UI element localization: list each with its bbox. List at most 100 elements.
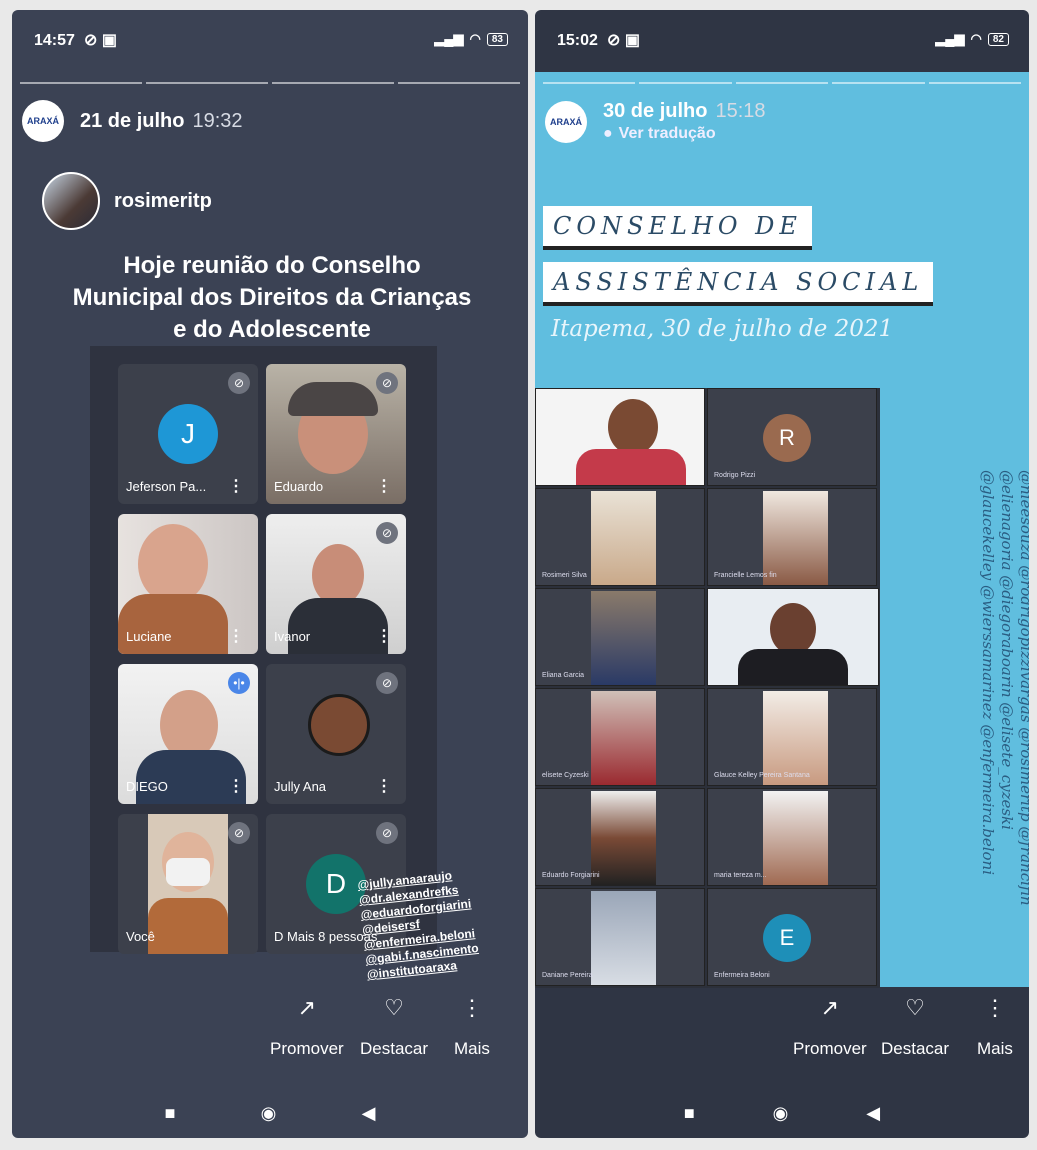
participant-photo (763, 491, 828, 585)
mute-icon: ⊘ (228, 372, 250, 394)
home-icon[interactable]: ◉ (261, 1103, 277, 1124)
shirt (576, 449, 686, 485)
status-bar: 15:02 ⊘ ▣ ▂▄▆ ◠ 82 (535, 10, 1029, 72)
battery-icon: 82 (987, 32, 1009, 46)
face-mask (166, 858, 210, 886)
wifi-icon: ◠ (469, 31, 481, 46)
notification-icons: ⊘ ▣ (84, 32, 117, 49)
mute-icon: ⊘ (376, 822, 398, 844)
story-date: 21 de julho (80, 109, 185, 132)
recents-icon[interactable]: ■ (165, 1103, 176, 1124)
participant-tile (707, 588, 879, 686)
mention-tag-line[interactable]: @nieesouza @rodrigopizzivargas @rosimeri… (1016, 470, 1029, 990)
more-icon[interactable]: ⋮ (376, 776, 392, 796)
right-story-screen: 15:02 ⊘ ▣ ▂▄▆ ◠ 82 ARAXÁ 30 de julho 15:1… (535, 10, 1029, 1138)
participant-photo (591, 491, 656, 585)
participant-photo (591, 891, 656, 985)
promote-icon: ↗ (297, 995, 317, 1020)
signal-icon: ▂▄▆ (434, 31, 464, 46)
participant-name: Enfermeira Beloni (714, 972, 770, 979)
story-progress (20, 82, 520, 84)
council-title: CONSELHO DE ASSISTÊNCIA SOCIAL (543, 206, 934, 318)
back-icon[interactable]: ◀ (362, 1103, 376, 1124)
participant-name: Luciane (126, 629, 172, 644)
council-title-line-2: ASSISTÊNCIA SOCIAL (543, 262, 934, 306)
highlight-icon: ♡ (905, 995, 925, 1020)
participant-tile: ⊘ Você (118, 814, 258, 954)
story-time: 15:18 (715, 100, 766, 122)
clock: 14:57 (34, 32, 75, 49)
participant-name: Jully Ana (274, 779, 327, 794)
participant-name: elisete Cyzeski (542, 772, 589, 779)
participant-photo (763, 691, 828, 785)
mention-tag-line[interactable]: @glaucekelley @wierssamarinez @enfermeir… (978, 470, 997, 990)
repost-author[interactable]: rosimeritp (42, 172, 212, 230)
account-logo[interactable]: ARAXÁ (545, 100, 587, 143)
council-title-line-1: CONSELHO DE (543, 206, 812, 250)
home-icon[interactable]: ◉ (773, 1103, 789, 1124)
participant-name: Você (126, 929, 155, 944)
shirt (738, 649, 848, 685)
promote-button[interactable]: ↗ Promover (793, 995, 867, 1059)
participant-tile: ⊘ Ivanor ⋮ (266, 514, 406, 654)
participant-tile (535, 388, 705, 486)
more-button[interactable]: ⋮ Mais (977, 995, 1013, 1059)
more-icon[interactable]: ⋮ (228, 626, 244, 646)
participant-initial: J (158, 404, 218, 464)
story-header: ARAXÁ 30 de julho 15:18 Ver tradução (545, 100, 766, 143)
participant-face (312, 544, 364, 606)
story-header: ARAXÁ 21 de julho 19:32 (22, 100, 243, 142)
translate-link[interactable]: Ver tradução (603, 125, 766, 143)
promote-button[interactable]: ↗ Promover (270, 995, 344, 1059)
participant-initial: R (763, 414, 811, 462)
participant-face (770, 603, 816, 655)
story-headline: Hoje reunião do Conselho Municipal dos D… (72, 252, 472, 343)
back-icon[interactable]: ◀ (866, 1103, 880, 1124)
more-icon[interactable]: ⋮ (228, 476, 244, 496)
more-icon[interactable]: ⋮ (228, 776, 244, 796)
navigation-bar: ■ ◉ ◀ (535, 1088, 1029, 1138)
participant-name: Rodrigo Pizzi (714, 472, 756, 479)
mention-tags[interactable]: @nieesouza @rodrigopizzivargas @rosimeri… (935, 470, 1029, 990)
story-actions: ↗ Promover ♡ Destacar ⋮ Mais (12, 995, 528, 1085)
participant-tile: elisete Cyzeski (535, 688, 705, 786)
participant-tile: Eduardo Forgiarini (535, 788, 705, 886)
left-story-screen: 14:57 ⊘ ▣ ▂▄▆ ◠ 83 ARAXÁ 21 de julho 19:3… (12, 10, 528, 1138)
mute-icon: ⊘ (376, 522, 398, 544)
story-progress (543, 82, 1022, 84)
story-date: 30 de julho (603, 100, 708, 122)
participant-tile: Francielle Lemos fin (707, 488, 877, 586)
participant-tile: Rosimeri Silva (535, 488, 705, 586)
mute-icon: ⊘ (228, 822, 250, 844)
more-icon[interactable]: ⋮ (376, 626, 392, 646)
highlight-button[interactable]: ♡ Destacar (360, 995, 428, 1059)
participant-tile: maria tereza m... (707, 788, 877, 886)
signal-icon: ▂▄▆ (935, 31, 965, 46)
participant-name: Rosimeri Silva (542, 572, 587, 579)
participant-name: Jeferson Pa... (126, 479, 207, 494)
mention-tag-line[interactable]: @elienagoria @diegoraboarin @elisete_cyz… (997, 470, 1016, 990)
participant-initial: E (763, 914, 811, 962)
participant-name: maria tereza m... (714, 872, 767, 879)
account-logo[interactable]: ARAXÁ (22, 100, 64, 142)
participant-face (138, 524, 208, 604)
highlight-button[interactable]: ♡ Destacar (881, 995, 949, 1059)
more-button[interactable]: ⋮ Mais (454, 995, 490, 1059)
mute-icon: ⊘ (376, 672, 398, 694)
participant-photo (591, 691, 656, 785)
participant-tile: R Rodrigo Pizzi (707, 388, 877, 486)
recents-icon[interactable]: ■ (684, 1103, 695, 1124)
mention-tags[interactable]: @jully.anaaraujo @dr.alexandrefks @eduar… (357, 866, 481, 982)
story-time: 19:32 (192, 109, 243, 132)
participant-name: Eduardo Forgiarini (542, 872, 600, 879)
mute-icon: ⊘ (376, 372, 398, 394)
participant-tile: Eliana Garcia (535, 588, 705, 686)
more-icon[interactable]: ⋮ (376, 476, 392, 496)
participant-tile: ⊘ Eduardo ⋮ (266, 364, 406, 504)
participant-name: Eduardo (274, 479, 324, 494)
participant-tile: •|• DIEGO ⋮ (118, 664, 258, 804)
participant-face (608, 399, 658, 455)
participant-name: DIEGO (126, 779, 168, 794)
more-icon: ⋮ (460, 995, 483, 1020)
system-icons: ▂▄▆ ◠ 83 (434, 31, 508, 47)
